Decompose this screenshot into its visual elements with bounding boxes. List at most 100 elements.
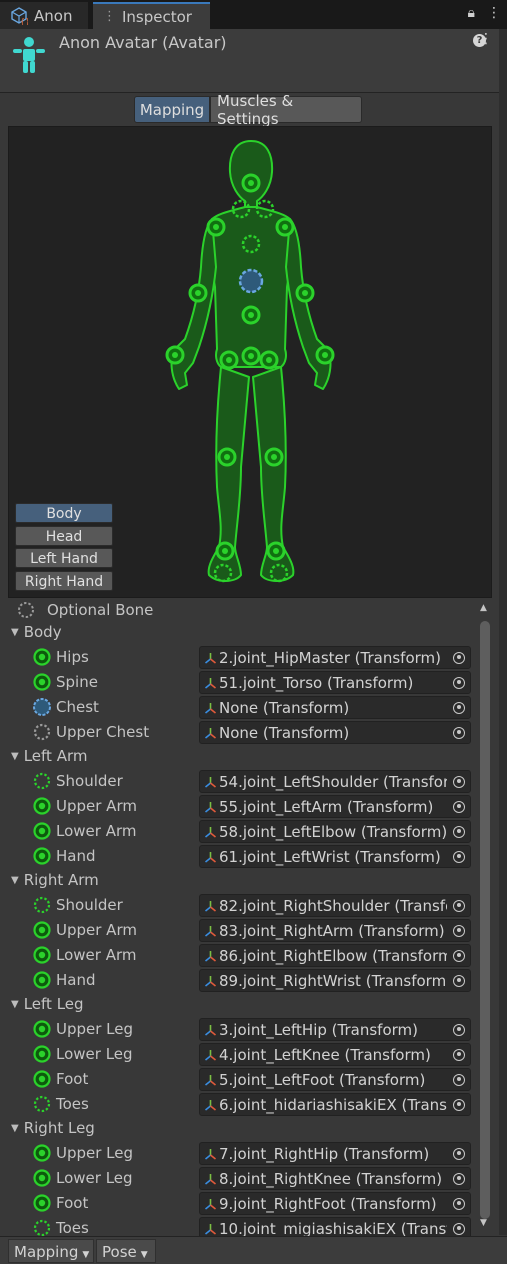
bone-joint-marker-dot bbox=[273, 548, 279, 554]
bone-status-icon[interactable] bbox=[33, 1144, 51, 1162]
bone-row: Upper Arm 83.joint_RightArm (Transform) bbox=[0, 919, 478, 942]
bone-label: Toes bbox=[56, 1219, 89, 1237]
inspector-scrollbar[interactable] bbox=[499, 29, 507, 1235]
pose-dropdown[interactable]: Pose ▼ bbox=[96, 1239, 156, 1263]
transform-field-value: 55.joint_LeftArm (Transform) bbox=[219, 798, 434, 816]
bone-status-icon[interactable] bbox=[33, 772, 51, 790]
transform-object-field[interactable]: 89.joint_RightWrist (Transform) bbox=[199, 969, 471, 992]
transform-field-value: 8.joint_RightKnee (Transform) bbox=[219, 1170, 443, 1188]
object-picker-button[interactable] bbox=[448, 920, 470, 941]
object-picker-button[interactable] bbox=[448, 1069, 470, 1090]
bone-status-icon[interactable] bbox=[33, 723, 51, 741]
transform-object-field[interactable]: 8.joint_RightKnee (Transform) bbox=[199, 1167, 471, 1190]
body-part-button-body[interactable]: Body bbox=[15, 503, 113, 523]
transform-object-field[interactable]: 9.joint_RightFoot (Transform) bbox=[199, 1192, 471, 1215]
bone-status-icon[interactable] bbox=[33, 1194, 51, 1212]
body-part-button-head[interactable]: Head bbox=[15, 526, 113, 546]
object-picker-button[interactable] bbox=[448, 1019, 470, 1040]
bone-status-icon[interactable] bbox=[33, 1020, 51, 1038]
scroll-down-icon[interactable]: ▼ bbox=[480, 1218, 487, 1228]
transform-object-field[interactable]: 3.joint_LeftHip (Transform) bbox=[199, 1018, 471, 1041]
transform-object-field[interactable]: 54.joint_LeftShoulder (Transform) bbox=[199, 770, 471, 793]
object-picker-button[interactable] bbox=[448, 672, 470, 693]
bone-list-scrollbar[interactable]: ▲ ▼ bbox=[479, 603, 491, 1231]
bone-status-icon[interactable] bbox=[33, 1095, 51, 1113]
scroll-up-icon[interactable]: ▲ bbox=[480, 603, 487, 613]
transform-object-field[interactable]: 58.joint_LeftElbow (Transform) bbox=[199, 820, 471, 843]
mapping-dropdown[interactable]: Mapping ▼ bbox=[8, 1239, 94, 1263]
object-picker-button[interactable] bbox=[448, 722, 470, 743]
transform-object-field[interactable]: 61.joint_LeftWrist (Transform) bbox=[199, 845, 471, 868]
bone-status-icon[interactable] bbox=[33, 971, 51, 989]
tab-inspector[interactable]: ⋮ Inspector bbox=[93, 2, 210, 29]
lock-icon[interactable]: 🔒︎ bbox=[468, 5, 475, 21]
transform-object-field[interactable]: None (Transform) bbox=[199, 696, 471, 719]
transform-object-field[interactable]: 7.joint_RightHip (Transform) bbox=[199, 1142, 471, 1165]
object-picker-button[interactable] bbox=[448, 1168, 470, 1189]
object-picker-button[interactable] bbox=[448, 1193, 470, 1214]
bone-status-icon[interactable] bbox=[33, 1169, 51, 1187]
object-picker-button[interactable] bbox=[448, 647, 470, 668]
bone-status-icon[interactable] bbox=[33, 673, 51, 691]
transform-object-field[interactable]: 55.joint_LeftArm (Transform) bbox=[199, 795, 471, 818]
section-header[interactable]: ▼ Left Leg bbox=[11, 995, 84, 1013]
transform-field-value: 83.joint_RightArm (Transform) bbox=[219, 922, 445, 940]
body-part-button-left-hand[interactable]: Left Hand bbox=[15, 548, 113, 568]
bone-status-icon[interactable] bbox=[33, 1219, 51, 1237]
object-picker-button[interactable] bbox=[448, 846, 470, 867]
bone-status-icon[interactable] bbox=[33, 648, 51, 666]
bone-status-icon[interactable] bbox=[33, 921, 51, 939]
object-picker-button[interactable] bbox=[448, 796, 470, 817]
object-picker-button[interactable] bbox=[448, 821, 470, 842]
object-picker-button[interactable] bbox=[448, 970, 470, 991]
foldout-triangle-icon[interactable]: ▼ bbox=[11, 751, 19, 762]
object-picker-icon bbox=[453, 924, 465, 937]
bone-status-icon[interactable] bbox=[33, 797, 51, 815]
body-part-button-right-hand[interactable]: Right Hand bbox=[15, 571, 113, 591]
foldout-triangle-icon[interactable]: ▼ bbox=[11, 875, 19, 886]
bone-status-icon[interactable] bbox=[33, 946, 51, 964]
object-picker-button[interactable] bbox=[448, 697, 470, 718]
avatar-icon bbox=[13, 37, 45, 73]
component-menu-icon[interactable]: ⋮ bbox=[479, 31, 493, 47]
more-menu-icon[interactable]: ⋮ bbox=[487, 5, 501, 21]
section-label: Body bbox=[23, 623, 62, 641]
transform-object-field[interactable]: 82.joint_RightShoulder (Transform) bbox=[199, 894, 471, 917]
section-header[interactable]: ▼ Left Arm bbox=[11, 747, 87, 765]
transform-object-field[interactable]: 86.joint_RightElbow (Transform) bbox=[199, 944, 471, 967]
object-picker-button[interactable] bbox=[448, 895, 470, 916]
transform-icon bbox=[205, 1199, 216, 1210]
transform-object-field[interactable]: None (Transform) bbox=[199, 721, 471, 744]
section-header[interactable]: ▼ Body bbox=[11, 623, 62, 641]
object-picker-icon bbox=[453, 775, 465, 788]
transform-object-field[interactable]: 6.joint_hidariashisakiEX (Transform) bbox=[199, 1093, 471, 1116]
bone-status-icon[interactable] bbox=[33, 1070, 51, 1088]
transform-object-field[interactable]: 83.joint_RightArm (Transform) bbox=[199, 919, 471, 942]
foldout-triangle-icon[interactable]: ▼ bbox=[11, 627, 19, 638]
section-header[interactable]: ▼ Right Leg bbox=[11, 1119, 95, 1137]
bone-status-icon[interactable] bbox=[33, 896, 51, 914]
bone-status-icon[interactable] bbox=[33, 1045, 51, 1063]
object-picker-button[interactable] bbox=[448, 1094, 470, 1115]
foldout-triangle-icon[interactable]: ▼ bbox=[11, 1123, 19, 1134]
tab-anon[interactable]: {} Anon bbox=[0, 2, 88, 29]
bone-status-icon[interactable] bbox=[33, 847, 51, 865]
transform-object-field[interactable]: 51.joint_Torso (Transform) bbox=[199, 671, 471, 694]
transform-object-field[interactable]: 2.joint_HipMaster (Transform) bbox=[199, 646, 471, 669]
bone-joint-marker[interactable] bbox=[238, 268, 264, 294]
transform-object-field[interactable]: 5.joint_LeftFoot (Transform) bbox=[199, 1068, 471, 1091]
tab-muscles-settings[interactable]: Muscles & Settings bbox=[210, 92, 362, 128]
object-picker-button[interactable] bbox=[448, 1044, 470, 1065]
scrollbar-thumb[interactable] bbox=[480, 621, 490, 1219]
bone-row: Upper Arm 55.joint_LeftArm (Transform) bbox=[0, 795, 478, 818]
object-picker-button[interactable] bbox=[448, 945, 470, 966]
tab-mapping[interactable]: Mapping bbox=[134, 96, 210, 123]
foldout-triangle-icon[interactable]: ▼ bbox=[11, 999, 19, 1010]
section-header[interactable]: ▼ Right Arm bbox=[11, 871, 99, 889]
object-picker-button[interactable] bbox=[448, 1143, 470, 1164]
bone-joint-marker-dot bbox=[195, 290, 201, 296]
object-picker-button[interactable] bbox=[448, 771, 470, 792]
transform-object-field[interactable]: 4.joint_LeftKnee (Transform) bbox=[199, 1043, 471, 1066]
bone-status-icon[interactable] bbox=[33, 822, 51, 840]
bone-status-icon[interactable] bbox=[33, 698, 51, 716]
